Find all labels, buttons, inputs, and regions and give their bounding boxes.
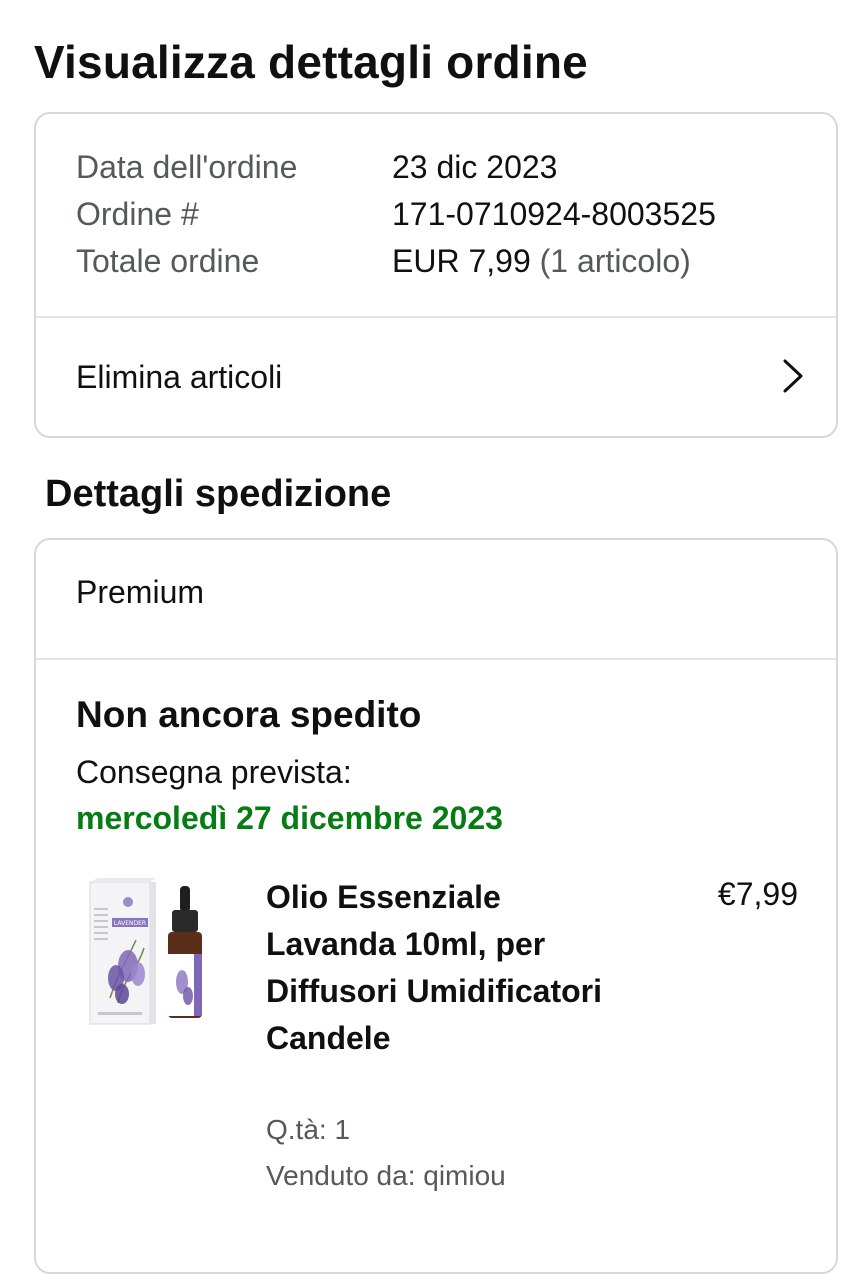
order-total-value-wrap: EUR 7,99 (1 articolo) xyxy=(392,243,691,280)
order-total-label: Totale ordine xyxy=(76,243,260,279)
divider xyxy=(36,658,836,660)
shipping-method: Premium xyxy=(76,574,205,610)
shipping-card: Premium Non ancora spedito Consegna prev… xyxy=(34,538,838,1274)
product-seller: Venduto da: qimiou xyxy=(266,1160,506,1191)
order-summary: Data dell'ordine 23 dic 2023 Ordine # 17… xyxy=(76,144,816,285)
remove-items-button[interactable]: Elimina articoli xyxy=(36,318,836,436)
order-item-count: (1 articolo) xyxy=(530,243,691,279)
page-title: Visualizza dettagli ordine xyxy=(34,36,588,88)
order-number-label: Ordine # xyxy=(76,196,199,232)
chevron-right-icon xyxy=(783,359,803,393)
delivery-estimate-date: mercoledì 27 dicembre 2023 xyxy=(76,800,503,836)
product-image[interactable]: LAVENDER xyxy=(88,878,218,1028)
order-total-row: Totale ordine EUR 7,99 (1 articolo) xyxy=(76,238,816,285)
order-summary-card: Data dell'ordine 23 dic 2023 Ordine # 17… xyxy=(34,112,838,438)
product-price: €7,99 xyxy=(717,876,798,912)
product-image-label: LAVENDER xyxy=(114,920,146,927)
product-quantity: Q.tà: 1 xyxy=(266,1114,351,1145)
product-title-link[interactable]: Olio Essenziale Lavanda 10ml, per Diffus… xyxy=(266,874,606,1062)
shipping-section-title: Dettagli spedizione xyxy=(45,473,392,515)
order-total-value: EUR 7,99 xyxy=(392,243,531,279)
order-date-row: Data dell'ordine 23 dic 2023 xyxy=(76,144,816,191)
shipment-status: Non ancora spedito xyxy=(76,694,422,735)
order-date-label: Data dell'ordine xyxy=(76,149,298,185)
order-number-value: 171-0710924-8003525 xyxy=(392,196,716,232)
delivery-estimate-label: Consegna prevista: xyxy=(76,754,352,790)
order-date-value: 23 dic 2023 xyxy=(392,149,558,185)
remove-items-label: Elimina articoli xyxy=(76,358,283,395)
order-number-row: Ordine # 171-0710924-8003525 xyxy=(76,191,816,238)
